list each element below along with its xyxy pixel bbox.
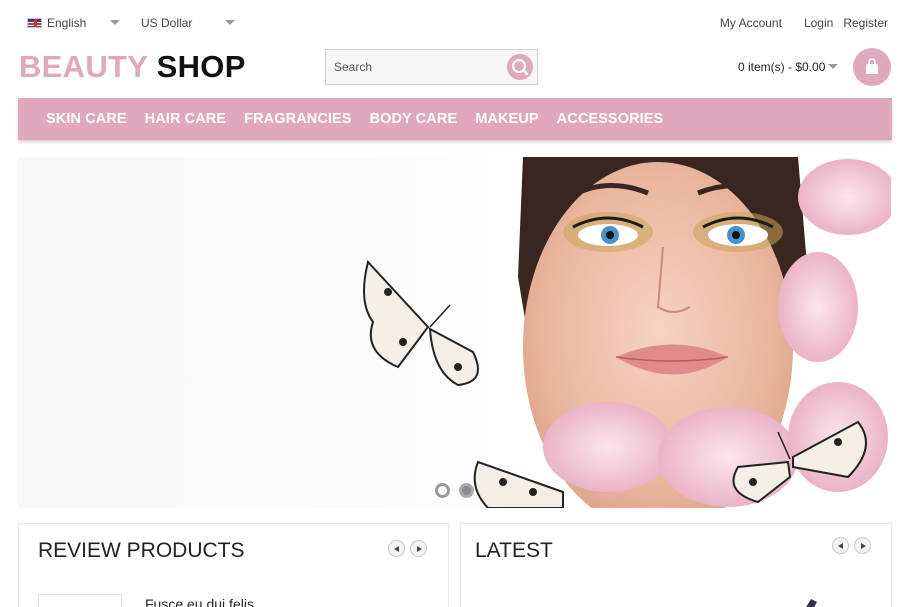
nav-item-skin-care[interactable]: SKIN CARE [46, 111, 127, 127]
product-name[interactable]: Fusce eu dui felis [145, 596, 254, 607]
arrow-right-icon[interactable] [410, 540, 427, 557]
review-products-title: REVIEW PRODUCTS [38, 539, 245, 562]
nav-item-body-care[interactable]: BODY CARE [370, 111, 458, 127]
latest-title: LATEST [475, 539, 553, 562]
arrow-right-icon[interactable] [854, 537, 871, 554]
chevron-down-icon[interactable] [828, 64, 838, 69]
my-account-link[interactable]: My Account [720, 16, 782, 30]
register-link[interactable]: Register [843, 16, 888, 30]
review-products-panel: REVIEW PRODUCTS Fusce eu dui felis [18, 523, 449, 607]
cart-button[interactable] [853, 48, 891, 86]
hero-banner[interactable] [18, 157, 891, 508]
cart-summary[interactable]: 0 item(s) - $0.00 [738, 60, 825, 74]
search-button[interactable] [507, 54, 533, 80]
top-bar: English US Dollar My Account Login Regis… [0, 0, 910, 44]
hero-image [363, 157, 891, 508]
product-image[interactable] [761, 584, 821, 607]
account-links: My Account Login Register [720, 16, 888, 30]
language-label: English [47, 16, 87, 30]
search-input[interactable] [326, 50, 506, 84]
chevron-down-icon[interactable] [225, 20, 235, 25]
main-navigation: SKIN CARE HAIR CARE FRAGRANCIES BODY CAR… [18, 98, 892, 140]
nav-item-hair-care[interactable]: HAIR CARE [145, 111, 226, 127]
nav-item-fragrancies[interactable]: FRAGRANCIES [244, 111, 351, 127]
search-icon [511, 58, 529, 76]
site-logo[interactable]: BEAUTY SHOP [19, 49, 246, 85]
login-link[interactable]: Login [804, 16, 833, 30]
nav-item-accessories[interactable]: ACCESSORIES [557, 111, 664, 127]
logo-word-shop: SHOP [156, 49, 246, 84]
chevron-down-icon[interactable] [110, 20, 120, 25]
slider-dot-1[interactable] [435, 483, 450, 498]
currency-selector[interactable]: US Dollar [141, 16, 192, 30]
product-thumbnail[interactable] [38, 594, 122, 607]
arrow-left-icon[interactable] [832, 537, 849, 554]
arrow-left-icon[interactable] [388, 540, 405, 557]
flag-uk-icon [27, 18, 42, 28]
language-selector[interactable]: English [27, 16, 86, 30]
latest-panel: LATEST [460, 523, 892, 607]
search-box [325, 49, 538, 85]
shopping-bag-icon [866, 58, 878, 74]
slider-dot-2[interactable] [459, 483, 474, 498]
logo-word-beauty: BEAUTY [19, 49, 148, 84]
nav-item-makeup[interactable]: MAKEUP [475, 111, 538, 127]
